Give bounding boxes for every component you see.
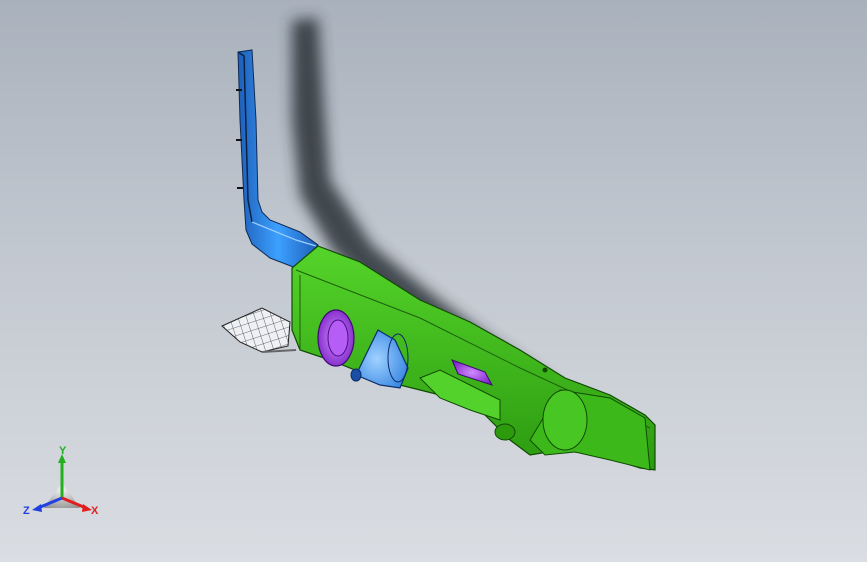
3d-model-view[interactable] (0, 0, 867, 562)
view-orientation-triad[interactable]: Y X Z (22, 445, 106, 526)
x-axis-label: X (91, 505, 99, 517)
y-axis-label: Y (59, 446, 67, 457)
z-axis-label: Z (23, 505, 30, 517)
triad-graphic: Y X Z (23, 445, 99, 517)
vent-opening-left[interactable] (317, 309, 355, 367)
mesh-bracket[interactable] (221, 307, 297, 353)
graphics-viewport[interactable]: Y X Z (0, 0, 867, 562)
